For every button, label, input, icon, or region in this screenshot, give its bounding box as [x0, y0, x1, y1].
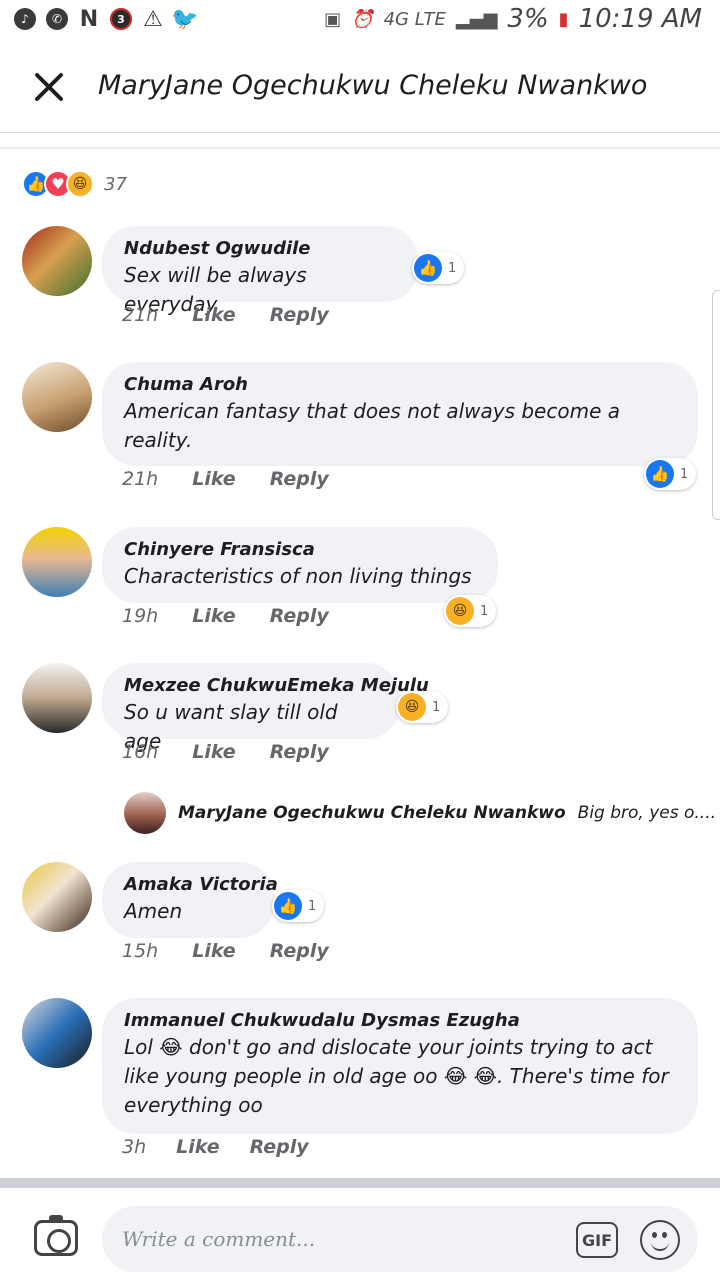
- comment-time: 15h: [122, 940, 159, 962]
- scrollbar[interactable]: [712, 290, 720, 520]
- comment-composer: GIF: [0, 1178, 720, 1280]
- reply-button[interactable]: Reply: [270, 304, 329, 326]
- comment-reaction[interactable]: 👍 1: [412, 252, 465, 284]
- header-divider: [0, 147, 720, 149]
- warning-icon: ⚠: [143, 6, 163, 32]
- like-button[interactable]: Like: [192, 741, 235, 763]
- reply-preview[interactable]: MaryJane Ogechukwu Cheleku Nwankwo Big b…: [124, 792, 716, 834]
- avatar[interactable]: [124, 792, 166, 834]
- comment-text: Amen: [124, 899, 183, 923]
- notification-count-icon: 3: [110, 8, 132, 30]
- comment-author[interactable]: Chinyere Fransisca: [124, 539, 476, 560]
- haha-icon: 😆: [66, 170, 94, 198]
- like-icon: 👍: [414, 254, 442, 282]
- comment-text: Characteristics of non living things: [124, 564, 472, 588]
- status-left-icons: ♪ ✆ N 3 ⚠ 🐦: [14, 6, 199, 32]
- like-button[interactable]: Like: [192, 605, 235, 627]
- battery-saver-icon: ▣: [324, 8, 342, 30]
- comment-bubble[interactable]: Ndubest Ogwudile Sex will be always ever…: [102, 226, 418, 316]
- network-label: 4G LTE: [383, 8, 446, 30]
- reply-author[interactable]: MaryJane Ogechukwu Cheleku Nwankwo: [178, 803, 566, 823]
- avatar[interactable]: [22, 226, 92, 296]
- comment-time: 16h: [122, 741, 159, 763]
- smile-mouth: [651, 1241, 669, 1251]
- n-icon: N: [79, 6, 99, 32]
- comment-reaction[interactable]: 👍 1: [644, 458, 697, 490]
- whatsapp-icon: ✆: [46, 8, 68, 30]
- like-button[interactable]: Like: [192, 468, 235, 490]
- status-right-icons: ▣ ⏰ 4G LTE ▂▄▆ 3% ▮ 10:19 AM: [324, 4, 702, 34]
- comment-input[interactable]: [122, 1220, 522, 1258]
- comment-bubble[interactable]: Amaka Victoria Amen: [102, 862, 278, 938]
- page-title: MaryJane Ogechukwu Cheleku Nwankwo: [98, 70, 648, 101]
- twitter-icon: 🐦: [171, 6, 199, 32]
- reply-text: Big bro, yes o....: [577, 803, 717, 823]
- comment-bubble[interactable]: Immanuel Chukwudalu Dysmas Ezugha Lol 😂 …: [102, 998, 698, 1134]
- comment-bubble[interactable]: Chuma Aroh American fantasy that does no…: [102, 362, 698, 466]
- comment-text: American fantasy that does not always be…: [124, 399, 620, 452]
- comment-reaction-count: 1: [432, 699, 441, 715]
- comment-time: 21h: [122, 304, 159, 326]
- avatar[interactable]: [22, 527, 92, 597]
- comment-reaction-count: 1: [448, 260, 457, 276]
- like-icon: 👍: [274, 892, 302, 920]
- comment-meta: 16h Like Reply: [122, 741, 329, 763]
- comment-author[interactable]: Amaka Victoria: [124, 874, 278, 895]
- comment-meta: 3h Like Reply: [122, 1136, 309, 1158]
- like-button[interactable]: Like: [192, 940, 235, 962]
- signal-icon: ▂▄▆: [455, 8, 498, 30]
- haha-icon: 😆: [446, 597, 474, 625]
- comment-author[interactable]: Immanuel Chukwudalu Dysmas Ezugha: [124, 1010, 676, 1031]
- like-icon: 👍: [646, 460, 674, 488]
- comment-author[interactable]: Chuma Aroh: [124, 374, 676, 395]
- header: MaryJane Ogechukwu Cheleku Nwankwo: [0, 40, 720, 133]
- gif-button[interactable]: GIF: [576, 1222, 618, 1258]
- comment-reaction-count: 1: [480, 603, 489, 619]
- haha-icon: 😆: [398, 693, 426, 721]
- comment-input-wrapper[interactable]: GIF: [102, 1206, 698, 1272]
- comment-meta: 21h Like Reply: [122, 468, 329, 490]
- reaction-count: 37: [104, 173, 127, 195]
- comment-reaction[interactable]: 😆 1: [396, 691, 449, 723]
- avatar[interactable]: [22, 862, 92, 932]
- comment-time: 3h: [122, 1136, 147, 1158]
- reply-button[interactable]: Reply: [270, 940, 329, 962]
- like-button[interactable]: Like: [192, 304, 235, 326]
- status-bar: ♪ ✆ N 3 ⚠ 🐦 ▣ ⏰ 4G LTE ▂▄▆ 3% ▮ 10:19 AM: [0, 0, 720, 40]
- reply-button[interactable]: Reply: [250, 1136, 309, 1158]
- avatar[interactable]: [22, 663, 92, 733]
- reply-button[interactable]: Reply: [270, 741, 329, 763]
- comment-bubble[interactable]: Chinyere Fransisca Characteristics of no…: [102, 527, 498, 603]
- comment-reaction[interactable]: 👍 1: [272, 890, 325, 922]
- comment-time: 19h: [122, 605, 159, 627]
- avatar[interactable]: [22, 362, 92, 432]
- comment-reaction[interactable]: 😆 1: [444, 595, 497, 627]
- reaction-summary[interactable]: 👍 ♥ 😆 37: [22, 170, 127, 198]
- like-button[interactable]: Like: [176, 1136, 219, 1158]
- comment-author[interactable]: Mexzee ChukwuEmeka Mejulu: [124, 675, 429, 696]
- comment-meta: 21h Like Reply: [122, 304, 329, 326]
- battery-icon: ▮: [558, 8, 569, 30]
- reply-button[interactable]: Reply: [270, 605, 329, 627]
- smile-icon[interactable]: [640, 1220, 680, 1260]
- reply-button[interactable]: Reply: [270, 468, 329, 490]
- tiktok-icon: ♪: [14, 8, 36, 30]
- camera-icon[interactable]: [34, 1215, 78, 1256]
- clock: 10:19 AM: [578, 4, 702, 34]
- battery-percent: 3%: [507, 4, 549, 34]
- comment-meta: 19h Like Reply: [122, 605, 329, 627]
- comment-author[interactable]: Ndubest Ogwudile: [124, 238, 396, 259]
- close-icon[interactable]: [32, 70, 66, 104]
- comment-time: 21h: [122, 468, 159, 490]
- comment-reaction-count: 1: [308, 898, 317, 914]
- avatar[interactable]: [22, 998, 92, 1068]
- comment-text: Lol 😂 don't go and dislocate your joints…: [124, 1035, 669, 1117]
- comment-meta: 15h Like Reply: [122, 940, 329, 962]
- alarm-icon: ⏰: [351, 8, 374, 30]
- comment-bubble[interactable]: Mexzee ChukwuEmeka Mejulu So u want slay…: [102, 663, 429, 753]
- comment-reaction-count: 1: [680, 466, 689, 482]
